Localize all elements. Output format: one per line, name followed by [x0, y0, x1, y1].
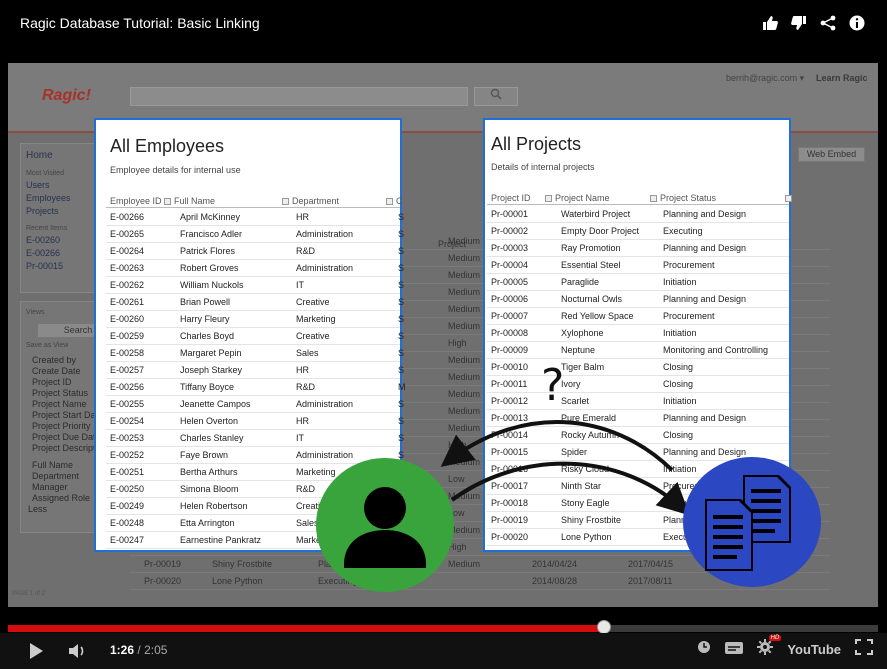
progress-scrubber[interactable] [596, 620, 611, 634]
arrow-to-projects [450, 461, 690, 516]
time-display: 1:26 / 2:05 [110, 643, 167, 657]
volume-icon[interactable] [68, 642, 88, 665]
youtube-logo[interactable]: YouTube [787, 642, 841, 657]
play-icon[interactable] [28, 642, 44, 665]
current-time: 1:26 [110, 643, 135, 657]
player-controls: 1:26 / 2:05 HD YouTube [0, 633, 887, 669]
hd-badge: HD [768, 635, 782, 641]
settings-icon[interactable]: HD [757, 635, 782, 660]
fullscreen-icon[interactable] [855, 639, 873, 660]
progress-played [8, 625, 604, 632]
documents-icon [683, 457, 821, 587]
captions-icon[interactable] [725, 641, 744, 659]
person-icon [316, 458, 454, 592]
time-separator: / [137, 643, 141, 657]
total-time: 2:05 [144, 643, 168, 657]
question-mark: ? [541, 360, 565, 411]
watch-later-icon[interactable] [697, 640, 711, 659]
progress-bar[interactable] [8, 625, 878, 632]
